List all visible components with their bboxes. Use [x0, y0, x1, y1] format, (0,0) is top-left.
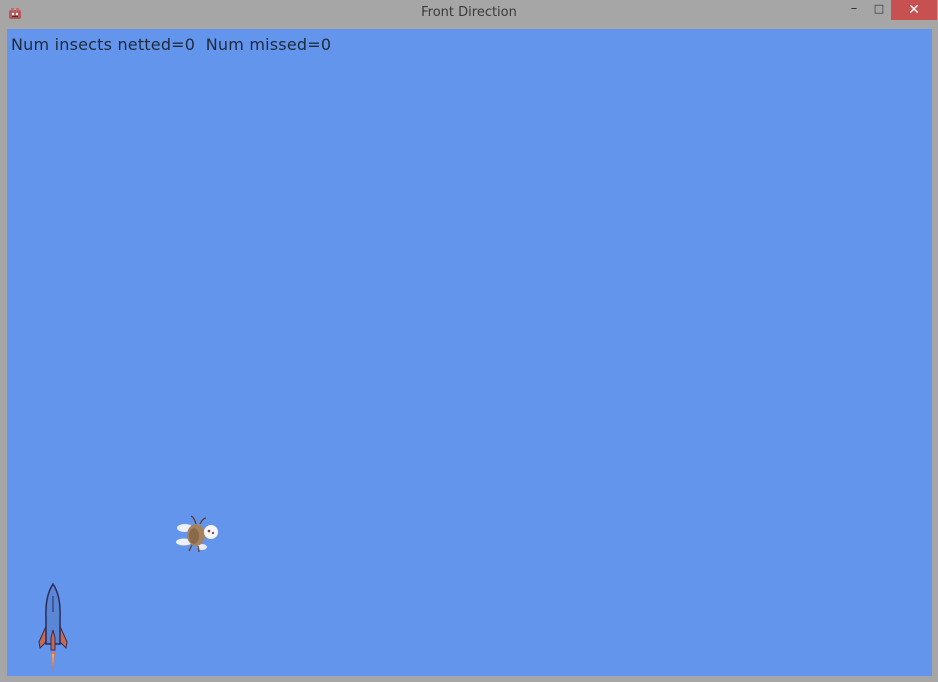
- close-button[interactable]: ✕: [891, 0, 937, 20]
- netted-count-label: Num insects netted=0: [11, 35, 196, 54]
- window-title: Front Direction: [421, 5, 517, 20]
- maximize-button[interactable]: □: [867, 0, 891, 20]
- game-canvas[interactable]: Num insects netted=0 Num missed=0: [7, 29, 932, 676]
- flying-insect-icon: [176, 515, 218, 553]
- minimize-button[interactable]: –: [842, 0, 866, 20]
- title-bar[interactable]: Front Direction – □ ✕: [0, 0, 938, 28]
- score-hud: Num insects netted=0 Num missed=0: [11, 35, 331, 54]
- rocket-icon[interactable]: [36, 582, 70, 676]
- missed-count-label: Num missed=0: [205, 35, 332, 54]
- app-window: Front Direction – □ ✕ Num insects netted…: [0, 0, 938, 682]
